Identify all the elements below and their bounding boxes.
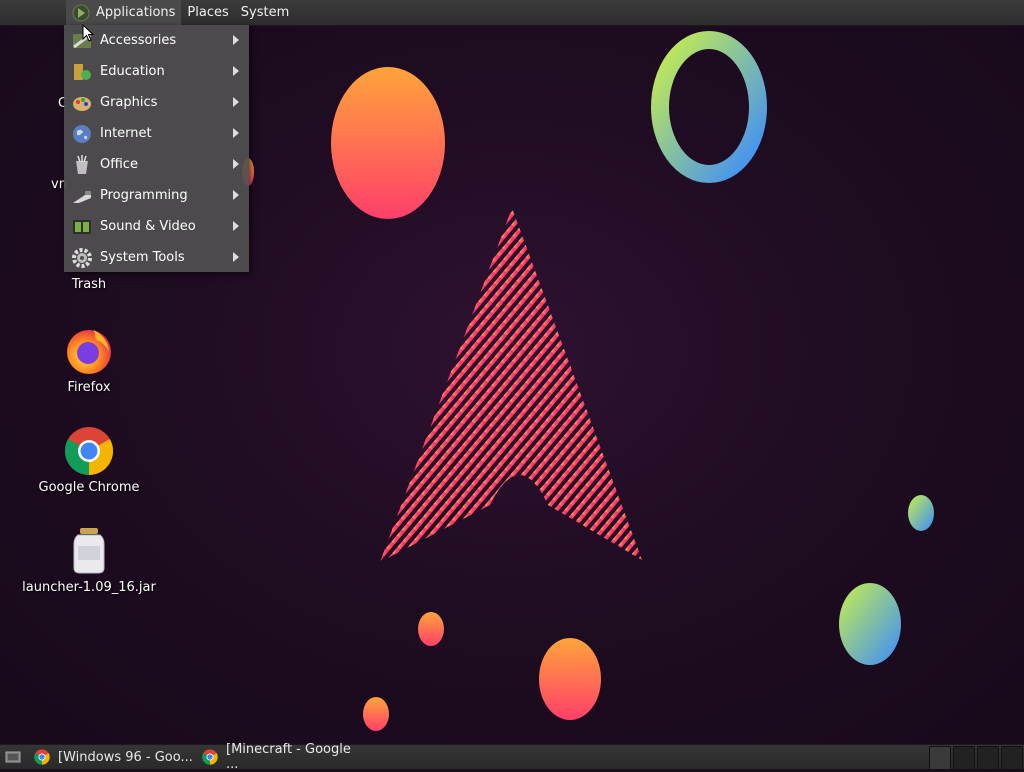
applications-menu-button[interactable]: Applications: [66, 0, 182, 25]
desktop-icon-label: Google Chrome: [38, 480, 140, 495]
desktop-icon-label: launcher-1.09_16.jar: [22, 580, 156, 595]
menu-item-internet[interactable]: Internet: [64, 118, 249, 149]
menu-item-label: Programming: [100, 188, 188, 203]
desktop-icon-firefox[interactable]: Firefox: [14, 326, 164, 395]
workspace-4[interactable]: [1001, 746, 1023, 770]
submenu-arrow-icon: [233, 190, 239, 200]
desktop-icon-google-chrome[interactable]: Google Chrome: [14, 426, 164, 495]
workspace-switcher: [928, 745, 1024, 770]
mouse-cursor-icon: [82, 23, 95, 46]
education-icon: [71, 61, 93, 83]
chrome-icon: [34, 749, 50, 765]
menu-item-system-tools[interactable]: System Tools: [64, 242, 249, 273]
office-icon: [71, 154, 93, 176]
menu-item-label: Sound & Video: [100, 219, 196, 234]
submenu-arrow-icon: [233, 35, 239, 45]
workspace-2[interactable]: [953, 746, 975, 770]
internet-globe-icon: [71, 123, 93, 145]
desktop-icon-trash[interactable]: Trash: [14, 277, 164, 292]
applications-label: Applications: [96, 5, 176, 20]
top-panel: Applications Places System: [0, 0, 1024, 26]
submenu-arrow-icon: [233, 159, 239, 169]
menu-item-label: Accessories: [100, 33, 177, 48]
system-menu-button[interactable]: System: [235, 0, 295, 25]
menu-item-label: Graphics: [100, 95, 158, 110]
submenu-arrow-icon: [233, 97, 239, 107]
taskbar-button-label: [Windows 96 - Goo...: [58, 749, 193, 765]
places-label: Places: [187, 5, 229, 20]
applications-foot-icon: [72, 4, 90, 22]
desktop-icon-launcher-jar[interactable]: launcher-1.09_16.jar: [14, 526, 164, 595]
menu-item-office[interactable]: Office: [64, 149, 249, 180]
submenu-arrow-icon: [233, 221, 239, 231]
workspace-1[interactable]: [929, 746, 951, 770]
applications-menu: Accessories Education Graphics Internet …: [64, 25, 249, 272]
desktop-icon-label: Trash: [71, 277, 107, 292]
taskbar-button-windows96[interactable]: [Windows 96 - Goo...: [30, 745, 198, 769]
places-menu-button[interactable]: Places: [181, 0, 234, 25]
menu-item-label: Office: [100, 157, 138, 172]
firefox-icon: [64, 326, 114, 376]
submenu-arrow-icon: [233, 252, 239, 262]
jar-file-icon: [64, 526, 114, 576]
menu-item-programming[interactable]: Programming: [64, 180, 249, 211]
system-tools-gear-icon: [71, 247, 93, 269]
sound-video-icon: [71, 216, 93, 238]
chrome-icon: [64, 426, 114, 476]
menu-item-label: System Tools: [100, 250, 185, 265]
graphics-icon: [71, 92, 93, 114]
bottom-panel: [Windows 96 - Goo... [Minecraft - Google…: [0, 742, 1024, 772]
taskbar-button-minecraft[interactable]: [Minecraft - Google ...: [198, 742, 366, 772]
submenu-arrow-icon: [233, 128, 239, 138]
programming-icon: [71, 185, 93, 207]
menu-item-graphics[interactable]: Graphics: [64, 87, 249, 118]
menu-item-label: Education: [100, 64, 165, 79]
show-desktop-icon[interactable]: [2, 746, 24, 768]
menu-item-label: Internet: [100, 126, 152, 141]
desktop-icon-label: Firefox: [67, 380, 111, 395]
submenu-arrow-icon: [233, 66, 239, 76]
workspace-3[interactable]: [977, 746, 999, 770]
menu-item-education[interactable]: Education: [64, 56, 249, 87]
menu-item-sound-video[interactable]: Sound & Video: [64, 211, 249, 242]
chrome-icon: [202, 749, 218, 765]
system-label: System: [240, 5, 290, 20]
